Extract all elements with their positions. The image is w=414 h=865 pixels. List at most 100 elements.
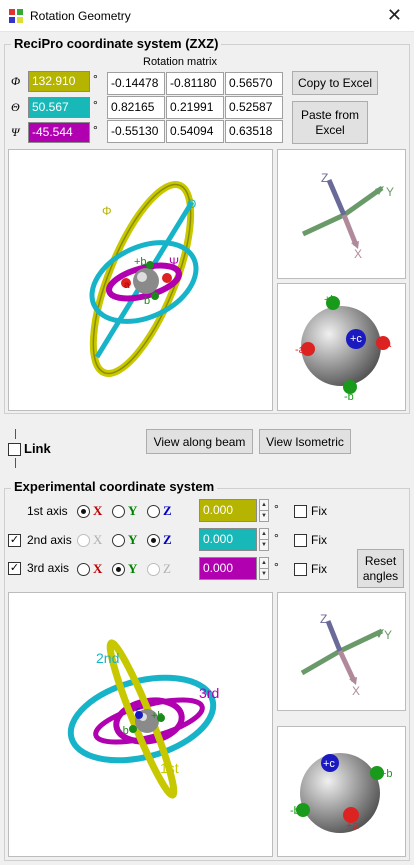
- a-label: a: [124, 280, 130, 291]
- phi-unit: °: [93, 72, 98, 86]
- psi-input[interactable]: -45.544: [28, 122, 90, 143]
- fix-label: Fix: [311, 504, 327, 518]
- matrix-cell: 0.54094: [166, 120, 224, 143]
- axis3-angle-input[interactable]: 0.000: [199, 557, 257, 580]
- experimental-3d-scene: 2nd 3rd 1st +b -b c: [67, 639, 219, 799]
- psi-unit: °: [93, 123, 98, 137]
- minus-b-label: -b: [344, 391, 354, 403]
- axes-scene: Z Y X: [300, 612, 392, 698]
- app-icon: [9, 9, 23, 23]
- link-splitter-line: [15, 458, 16, 468]
- minus-b-label: -b: [119, 725, 129, 737]
- axis2-x-radio[interactable]: [77, 534, 90, 547]
- copy-to-excel-button[interactable]: Copy to Excel: [292, 71, 378, 95]
- axis3-z-radio[interactable]: [147, 563, 160, 576]
- axis1-fix-checkbox[interactable]: [294, 505, 307, 518]
- axis3-z-label: Z: [163, 561, 171, 576]
- plus-c-label: +c: [350, 333, 362, 345]
- rotation-matrix-label: Rotation matrix: [143, 56, 217, 68]
- axis2-enable-checkbox[interactable]: ✓: [8, 534, 21, 547]
- matrix-cell: 0.21991: [166, 96, 224, 119]
- theta-input[interactable]: 50.567: [28, 97, 90, 118]
- phi-symbol: Φ: [11, 74, 21, 88]
- title-bar: Rotation Geometry ✕: [0, 0, 414, 32]
- recipro-axes-view[interactable]: Z Y X: [277, 149, 406, 279]
- degree-symbol: °: [274, 531, 279, 545]
- axis2-z-radio[interactable]: [147, 534, 160, 547]
- y-axis-label: Y: [384, 628, 392, 642]
- axis1-y-radio[interactable]: [112, 505, 125, 518]
- matrix-cell: -0.14478: [107, 72, 165, 95]
- sphere-scene: +c +b -b +a: [290, 753, 393, 833]
- axis1-angle-input[interactable]: 0.000: [199, 499, 257, 522]
- second-axis-label: 2nd: [96, 650, 119, 666]
- degree-symbol: °: [274, 560, 279, 574]
- reset-angles-button[interactable]: Reset angles: [357, 549, 404, 588]
- axis-row-label: 3rd axis: [27, 561, 70, 575]
- axis3-x-label: X: [93, 561, 103, 576]
- fix-label: Fix: [311, 533, 327, 547]
- axis3-y-label: Y: [128, 561, 138, 576]
- axis1-x-label: X: [93, 503, 103, 518]
- theta-unit: °: [93, 98, 98, 112]
- first-axis-label: 1st: [160, 760, 179, 776]
- axis3-x-radio[interactable]: [77, 563, 90, 576]
- psi-symbol: Ψ: [11, 125, 20, 139]
- view-along-beam-button[interactable]: View along beam: [146, 429, 253, 454]
- z-axis-label: Z: [321, 171, 328, 185]
- plus-b-label: +b: [324, 294, 337, 306]
- recipro-sphere-view[interactable]: +b +c a -a -b: [277, 283, 406, 411]
- fix-label: Fix: [311, 562, 327, 576]
- matrix-cell: 0.63518: [225, 120, 283, 143]
- plus-a-label: +a: [346, 820, 359, 832]
- recipro-group-title: ReciPro coordinate system (ZXZ): [11, 36, 222, 51]
- close-icon[interactable]: ✕: [387, 5, 402, 26]
- experimental-axes-view[interactable]: Z Y X: [277, 592, 406, 711]
- degree-symbol: °: [274, 502, 279, 516]
- minus-a-label: -a: [295, 344, 306, 356]
- experimental-group-title: Experimental coordinate system: [11, 479, 218, 494]
- sphere-scene: +b +c a -a -b: [295, 294, 392, 403]
- psi-label: Ψ: [169, 255, 179, 269]
- a-label: a: [385, 338, 392, 350]
- phi-label: Φ: [102, 204, 112, 218]
- x-axis-label: X: [352, 684, 360, 698]
- axis-row-label: 1st axis: [27, 504, 68, 518]
- experimental-sphere-view[interactable]: +c +b -b +a: [277, 726, 406, 857]
- axis2-z-label: Z: [163, 532, 172, 547]
- experimental-3d-view[interactable]: 2nd 3rd 1st +b -b c: [8, 592, 273, 857]
- phi-input[interactable]: 132.910: [28, 71, 90, 92]
- matrix-cell: -0.55130: [107, 120, 165, 143]
- x-axis-label: X: [354, 247, 362, 261]
- axis2-angle-input[interactable]: 0.000: [199, 528, 257, 551]
- minus-b-label: -b: [290, 805, 300, 817]
- matrix-cell: 0.56570: [225, 72, 283, 95]
- axis2-y-label: Y: [128, 532, 138, 547]
- axis1-x-radio[interactable]: [77, 505, 90, 518]
- theta-symbol: Θ: [11, 100, 20, 114]
- axis2-fix-checkbox[interactable]: [294, 534, 307, 547]
- matrix-cell: -0.81180: [166, 72, 224, 95]
- theta-label: Θ: [187, 197, 196, 211]
- window-title: Rotation Geometry: [30, 9, 131, 23]
- axis1-z-radio[interactable]: [147, 505, 160, 518]
- plus-b-label: +b: [134, 256, 147, 268]
- axis1-spin-down[interactable]: ▼: [259, 510, 269, 522]
- axis3-spin-down[interactable]: ▼: [259, 568, 269, 580]
- recipro-3d-view[interactable]: Φ Θ Ψ +b a b: [8, 149, 273, 411]
- view-isometric-button[interactable]: View Isometric: [259, 429, 351, 454]
- b-label: b: [144, 295, 150, 307]
- axis3-enable-checkbox[interactable]: ✓: [8, 562, 21, 575]
- link-splitter-line: [15, 429, 16, 439]
- y-axis-label: Y: [386, 185, 394, 199]
- plus-c-label: +c: [323, 758, 335, 770]
- axis2-y-radio[interactable]: [112, 534, 125, 547]
- matrix-cell: 0.52587: [225, 96, 283, 119]
- axis3-y-radio[interactable]: [112, 563, 125, 576]
- axis2-spin-down[interactable]: ▼: [259, 539, 269, 551]
- paste-from-excel-button[interactable]: Paste from Excel: [292, 101, 368, 144]
- axis3-fix-checkbox[interactable]: [294, 563, 307, 576]
- recipro-3d-scene: Φ Θ Ψ +b a b: [89, 181, 199, 377]
- axis1-z-label: Z: [163, 503, 172, 518]
- link-checkbox[interactable]: [8, 443, 21, 456]
